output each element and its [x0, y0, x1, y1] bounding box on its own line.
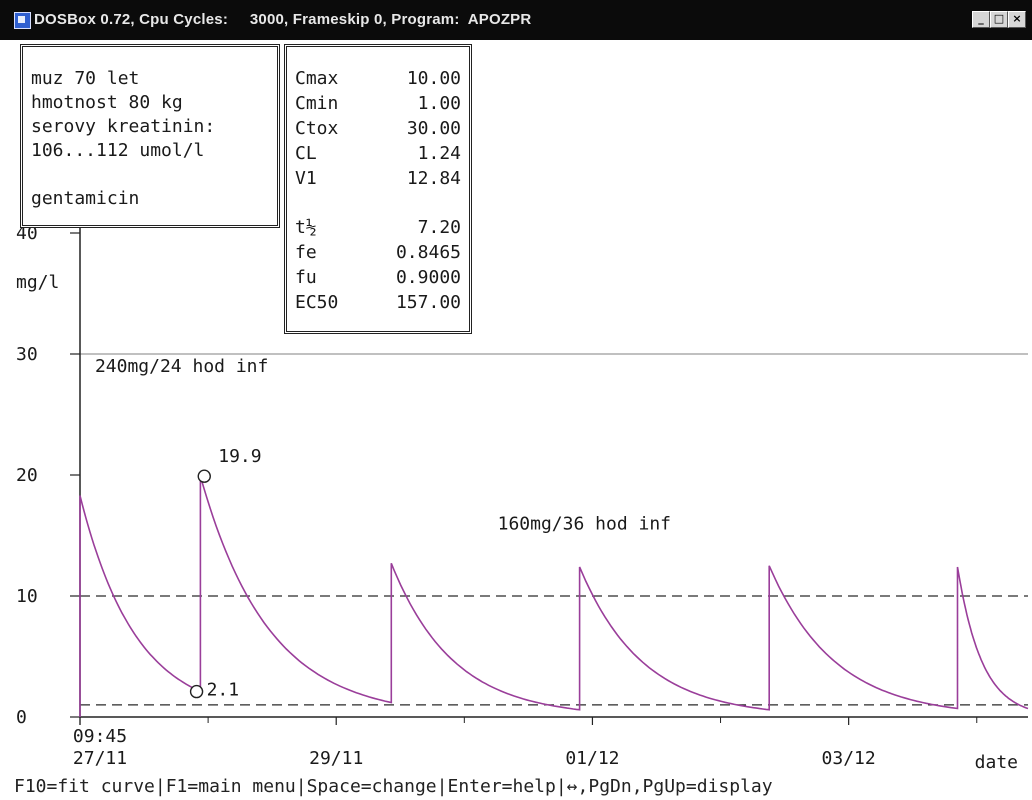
param-row[interactable]: Cmin 1.00: [295, 92, 461, 117]
y-tick-label: 30: [16, 344, 38, 365]
patient-line: muz 70 let: [31, 68, 140, 89]
patient-line: [31, 163, 277, 187]
x-tick-label: 29/11: [309, 748, 363, 769]
y-tick-label: 10: [16, 586, 38, 607]
param-value: 12.84: [406, 168, 461, 189]
dosing-annotation: 160mg/36 hod inf: [498, 513, 671, 534]
param-row[interactable]: V1 12.84: [295, 167, 461, 192]
y-tick-label: 20: [16, 465, 38, 486]
param-name: t½: [295, 217, 317, 238]
param-row[interactable]: Cmax 10.00: [295, 67, 461, 92]
param-name: Cmin: [295, 93, 339, 114]
param-name: EC50: [295, 292, 339, 313]
x-tick-label: 01/12: [565, 748, 619, 769]
param-value: 0.8465: [395, 242, 461, 263]
param-value: 0.9000: [395, 267, 461, 288]
param-row[interactable]: fu 0.9000: [295, 266, 461, 291]
param-row[interactable]: EC50 157.00: [295, 291, 461, 316]
drug-name: gentamicin: [31, 188, 140, 209]
x-tick-label: 27/11: [73, 748, 127, 769]
x-tick-label: 03/12: [822, 748, 876, 769]
param-name: V1: [295, 168, 317, 189]
y-axis-label: mg/l: [16, 272, 59, 293]
measured-point-label: 19.9: [218, 446, 261, 467]
param-name: CL: [295, 143, 317, 164]
param-value: 1.00: [417, 93, 461, 114]
patient-line: 106...112 umol/l: [31, 140, 205, 161]
param-value: 1.24: [417, 143, 461, 164]
param-value: 30.00: [406, 118, 461, 139]
dosing-annotation: 240mg/24 hod inf: [95, 356, 268, 377]
patient-line: hmotnost 80 kg: [31, 92, 183, 113]
parameters-panel: Cmax 10.00 Cmin 1.00 Ctox 30.00 CL 1.24 V1 12…: [284, 44, 472, 334]
param-name: Cmax: [295, 68, 339, 89]
patient-info-panel: muz 70 let hmotnost 80 kg serovy kreatin…: [20, 44, 280, 228]
key-help-bar: F10=fit curve|F1=main menu|Space=change|…: [14, 776, 773, 797]
x-axis-label: date: [975, 752, 1018, 773]
param-name: fe: [295, 242, 317, 263]
param-name: fu: [295, 267, 317, 288]
param-row[interactable]: t½ 7.20: [295, 216, 461, 241]
y-tick-label: 0: [16, 707, 27, 728]
param-value: 7.20: [417, 217, 461, 238]
param-row[interactable]: fe 0.8465: [295, 241, 461, 266]
param-name: Ctox: [295, 118, 339, 139]
param-value: 157.00: [395, 292, 461, 313]
x-tick-label: 09:45: [73, 726, 127, 747]
param-row[interactable]: Ctox 30.00: [295, 117, 461, 142]
param-value: 10.00: [406, 68, 461, 89]
patient-line: serovy kreatinin:: [31, 116, 216, 137]
measured-point: [189, 684, 204, 699]
measured-point: [197, 469, 211, 483]
param-row[interactable]: CL 1.24: [295, 142, 461, 167]
measured-point-label: 2.1: [207, 680, 240, 701]
